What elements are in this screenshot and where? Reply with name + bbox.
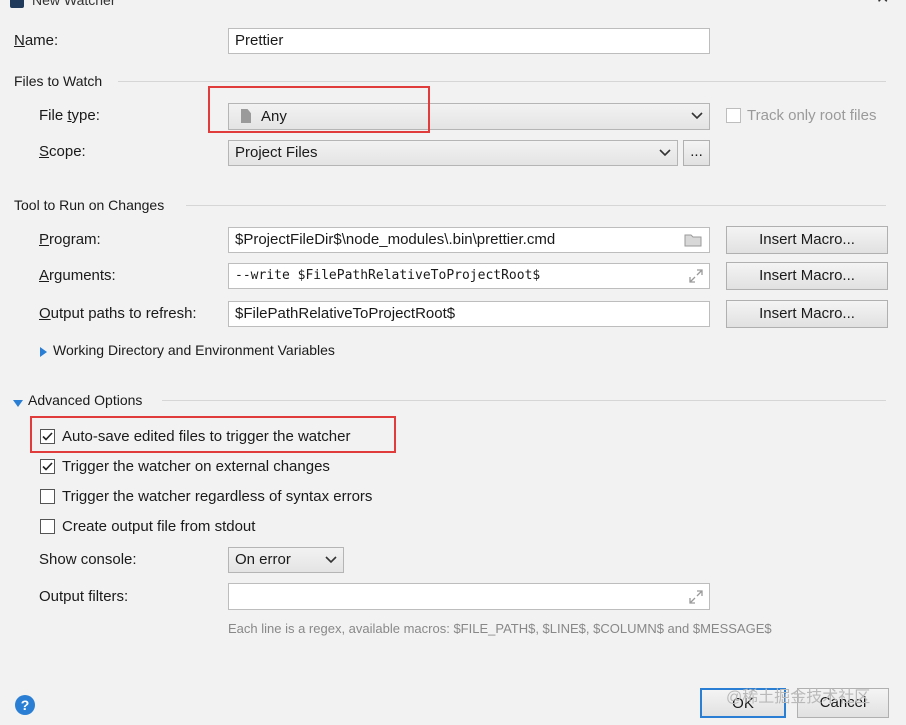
- advanced-section-separator: [162, 400, 886, 401]
- file-type-label: File type:: [39, 107, 100, 124]
- show-console-value: On error: [235, 551, 291, 568]
- folder-icon[interactable]: [684, 233, 702, 251]
- track-only-root-label: Track only root files: [747, 107, 877, 124]
- external-changes-checkbox[interactable]: [40, 459, 55, 474]
- arguments-input[interactable]: --write $FilePathRelativeToProjectRoot$: [228, 263, 710, 289]
- syntax-errors-checkbox[interactable]: [40, 489, 55, 504]
- chevron-down-icon: [659, 141, 671, 173]
- arguments-value: --write $FilePathRelativeToProjectRoot$: [235, 268, 541, 283]
- app-icon: [10, 0, 24, 8]
- program-label: Program:: [39, 231, 101, 248]
- scope-browse-button[interactable]: ...: [683, 140, 710, 166]
- program-value: $ProjectFileDir$\node_modules\.bin\prett…: [235, 231, 556, 248]
- chevron-down-icon: [691, 104, 703, 136]
- expand-icon[interactable]: [689, 269, 703, 287]
- scope-value: Project Files: [235, 144, 318, 161]
- title-bar: New Watcher ✕: [0, 0, 906, 10]
- expand-triangle-icon[interactable]: [40, 344, 48, 361]
- show-console-dropdown[interactable]: On error: [228, 547, 344, 573]
- stdout-label: Create output file from stdout: [62, 518, 256, 535]
- output-filters-input[interactable]: [228, 583, 710, 610]
- insert-macro-program-button[interactable]: Insert Macro...: [726, 226, 888, 254]
- expand-icon[interactable]: [689, 590, 703, 608]
- scope-dropdown[interactable]: Project Files: [228, 140, 678, 166]
- chevron-down-icon: [325, 548, 337, 580]
- arguments-label: Arguments:: [39, 267, 116, 284]
- check-icon: [42, 462, 53, 471]
- watermark: @稀土掘金技术社区: [726, 689, 871, 706]
- name-input[interactable]: Prettier: [228, 28, 710, 54]
- tool-section-separator: [186, 205, 886, 206]
- show-console-label: Show console:: [39, 551, 137, 568]
- track-only-root-checkbox[interactable]: [726, 108, 741, 123]
- output-filters-hint: Each line is a regex, available macros: …: [228, 621, 772, 636]
- scope-label: Scope:: [39, 143, 86, 160]
- close-icon[interactable]: ✕: [876, 0, 889, 8]
- insert-macro-output-button[interactable]: Insert Macro...: [726, 300, 888, 328]
- external-changes-label: Trigger the watcher on external changes: [62, 458, 330, 475]
- files-to-watch-separator: [118, 81, 886, 82]
- insert-macro-arguments-button[interactable]: Insert Macro...: [726, 262, 888, 290]
- name-label: Name:: [14, 32, 59, 49]
- program-input[interactable]: $ProjectFileDir$\node_modules\.bin\prett…: [228, 227, 710, 253]
- highlight-box-file-type: [208, 86, 430, 133]
- stdout-checkbox[interactable]: [40, 519, 55, 534]
- files-to-watch-title: Files to Watch: [14, 73, 103, 89]
- output-paths-label: Output paths to refresh:: [39, 305, 197, 322]
- output-filters-label: Output filters:: [39, 588, 129, 605]
- collapse-triangle-icon[interactable]: [13, 395, 23, 412]
- advanced-section-title: Advanced Options: [28, 392, 143, 408]
- check-icon: [42, 432, 53, 441]
- syntax-errors-label: Trigger the watcher regardless of syntax…: [62, 488, 373, 505]
- help-button[interactable]: ?: [15, 695, 35, 715]
- output-paths-input[interactable]: $FilePathRelativeToProjectRoot$: [228, 301, 710, 327]
- window-title: New Watcher: [32, 0, 116, 8]
- auto-save-checkbox[interactable]: [40, 429, 55, 444]
- auto-save-label: Auto-save edited files to trigger the wa…: [62, 428, 351, 445]
- working-dir-toggle[interactable]: Working Directory and Environment Variab…: [53, 340, 335, 360]
- tool-section-title: Tool to Run on Changes: [14, 197, 165, 213]
